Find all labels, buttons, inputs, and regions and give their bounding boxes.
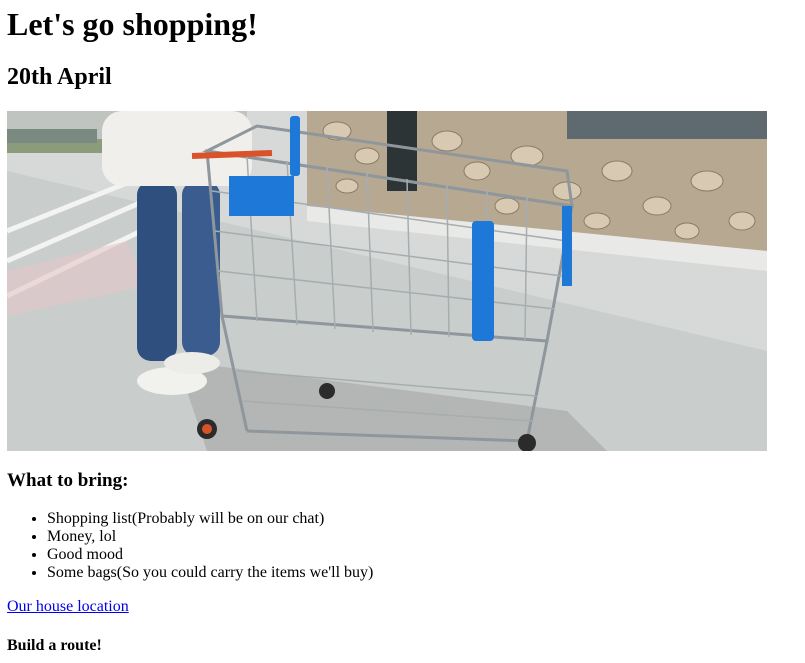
list-item: Shopping list(Probably will be on our ch… — [47, 510, 373, 528]
list-item: Good mood — [47, 546, 373, 564]
list-item: Some bags(So you could carry the items w… — [47, 564, 373, 582]
photo-illustration — [7, 111, 767, 451]
page-date: 20th April — [7, 64, 112, 90]
what-to-bring-heading: What to bring: — [7, 470, 129, 491]
shopping-cart-photo — [7, 111, 767, 451]
list-item: Money, lol — [47, 528, 373, 546]
page-title: Let's go shopping! — [7, 6, 258, 42]
build-route-heading: Build a route! — [7, 637, 102, 654]
page: Let's go shopping! 20th April What to br… — [0, 0, 805, 663]
bring-list: Shopping list(Probably will be on our ch… — [7, 510, 373, 582]
house-location-link[interactable]: Our house location — [7, 598, 129, 616]
